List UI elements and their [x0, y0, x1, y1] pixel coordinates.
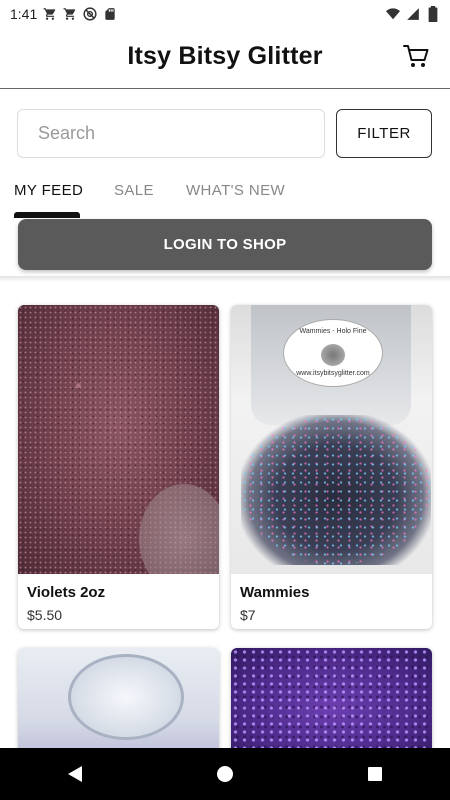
cart-notification-icon: [63, 7, 77, 21]
tab-my-feed[interactable]: MY FEED: [14, 182, 83, 199]
active-tab-indicator: [14, 212, 80, 218]
sd-card-icon: [103, 7, 117, 21]
product-card[interactable]: Wammies - Holo Fine www.itsybitsyglitter…: [231, 305, 432, 629]
tab-whats-new[interactable]: WHAT'S NEW: [186, 182, 285, 199]
product-bag-label: Wammies - Holo Fine www.itsybitsyglitter…: [283, 319, 383, 387]
wifi-icon: [386, 7, 400, 21]
shopping-cart-icon[interactable]: [402, 42, 430, 70]
signal-icon: [406, 7, 420, 21]
app-header: Itsy Bitsy Glitter: [0, 28, 450, 89]
bag-label-title: Wammies - Holo Fine: [299, 328, 367, 335]
recents-icon[interactable]: [345, 748, 405, 800]
battery-icon: [426, 6, 440, 22]
bag-label-url: www.itsybitsyglitter.com: [296, 370, 370, 377]
search-input[interactable]: [17, 109, 325, 158]
cart-notification-icon: [43, 7, 57, 21]
section-divider: [0, 276, 450, 282]
status-left: 1:41: [10, 6, 117, 22]
tab-sale[interactable]: SALE: [114, 182, 154, 199]
status-bar: 1:41: [0, 0, 450, 28]
product-price: $5.50: [27, 607, 63, 623]
filter-button[interactable]: FILTER: [336, 109, 432, 158]
product-name: Violets 2oz: [27, 584, 106, 601]
at-sign-icon: [83, 7, 97, 21]
product-name: Wammies: [240, 584, 310, 601]
page-title: Itsy Bitsy Glitter: [127, 42, 323, 70]
status-time: 1:41: [10, 6, 38, 22]
product-price: $7: [240, 607, 256, 623]
login-to-shop-button[interactable]: LOGIN TO SHOP: [18, 219, 432, 270]
back-icon[interactable]: [45, 748, 105, 800]
product-image: Wammies - Holo Fine www.itsybitsyglitter…: [231, 305, 432, 574]
system-nav-bar: [0, 748, 450, 800]
status-right: [386, 6, 440, 22]
product-image: [18, 305, 219, 574]
feed-tabs: MY FEED SALE WHAT'S NEW: [0, 178, 450, 218]
home-icon[interactable]: [195, 748, 255, 800]
product-card[interactable]: Violets 2oz $5.50: [18, 305, 219, 629]
